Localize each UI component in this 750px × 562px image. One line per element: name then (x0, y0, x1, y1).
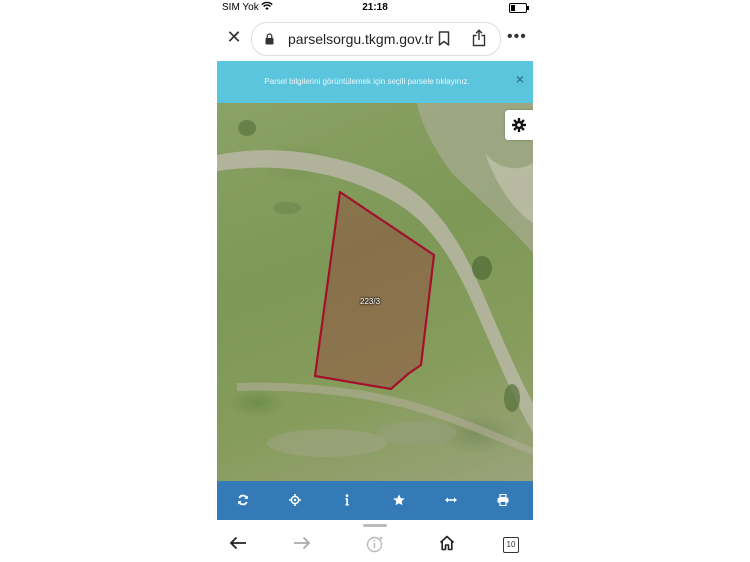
info-banner: Parsel bilgilerini görüntülemek için seç… (217, 61, 533, 103)
lock-icon (265, 32, 274, 50)
page-info-button[interactable] (366, 535, 384, 558)
url-field[interactable]: parselsorgu.tkgm.gov.tr (251, 22, 501, 56)
refresh-icon (238, 494, 248, 506)
measure-button[interactable] (425, 481, 477, 520)
measure-icon (445, 497, 457, 503)
tabs-count-button[interactable]: 10 (503, 537, 519, 553)
home-button[interactable] (439, 535, 455, 556)
favorite-icon (393, 494, 405, 506)
refresh-button[interactable] (217, 481, 269, 520)
back-button[interactable] (229, 536, 247, 555)
battery-icon (509, 3, 529, 13)
settings-button[interactable] (505, 110, 533, 140)
map-terrain (217, 103, 533, 457)
close-icon[interactable]: ✕ (225, 28, 243, 46)
sheet-handle (363, 524, 387, 527)
browser-address-bar: ✕ parselsorgu.tkgm.gov.tr ••• (217, 18, 533, 60)
info-sparkle-icon (366, 535, 384, 553)
phone-screen: SIM Yok 21:18 ✕ parselsorgu.tkgm.gov.tr … (217, 0, 533, 562)
home-icon (439, 535, 455, 551)
parcel-polygon (313, 190, 436, 391)
browser-bottom-bar: 10 (217, 520, 533, 562)
gear-icon (512, 118, 526, 132)
print-icon (497, 494, 509, 506)
banner-message: Parsel bilgilerini görüntülemek için seç… (264, 77, 470, 86)
forward-button[interactable] (293, 536, 311, 555)
map-toolbar (217, 481, 533, 520)
print-button[interactable] (477, 481, 529, 520)
banner-close-button[interactable]: × (516, 71, 524, 87)
favorite-button[interactable] (373, 481, 425, 520)
arrow-left-icon (229, 536, 246, 550)
parcel-number-label[interactable]: 223/3 (360, 297, 380, 306)
satellite-map[interactable]: 223/3 (217, 103, 533, 481)
locate-button[interactable] (269, 481, 321, 520)
locate-icon (289, 494, 301, 506)
arrow-right-icon (294, 536, 311, 550)
status-bar: SIM Yok 21:18 (217, 0, 533, 16)
info-icon (345, 494, 349, 506)
more-options-icon[interactable]: ••• (507, 29, 527, 45)
share-icon[interactable] (472, 29, 486, 52)
info-button[interactable] (321, 481, 373, 520)
clock: 21:18 (362, 2, 388, 13)
url-text: parselsorgu.tkgm.gov.tr (288, 31, 434, 47)
bookmark-icon[interactable] (438, 31, 450, 51)
